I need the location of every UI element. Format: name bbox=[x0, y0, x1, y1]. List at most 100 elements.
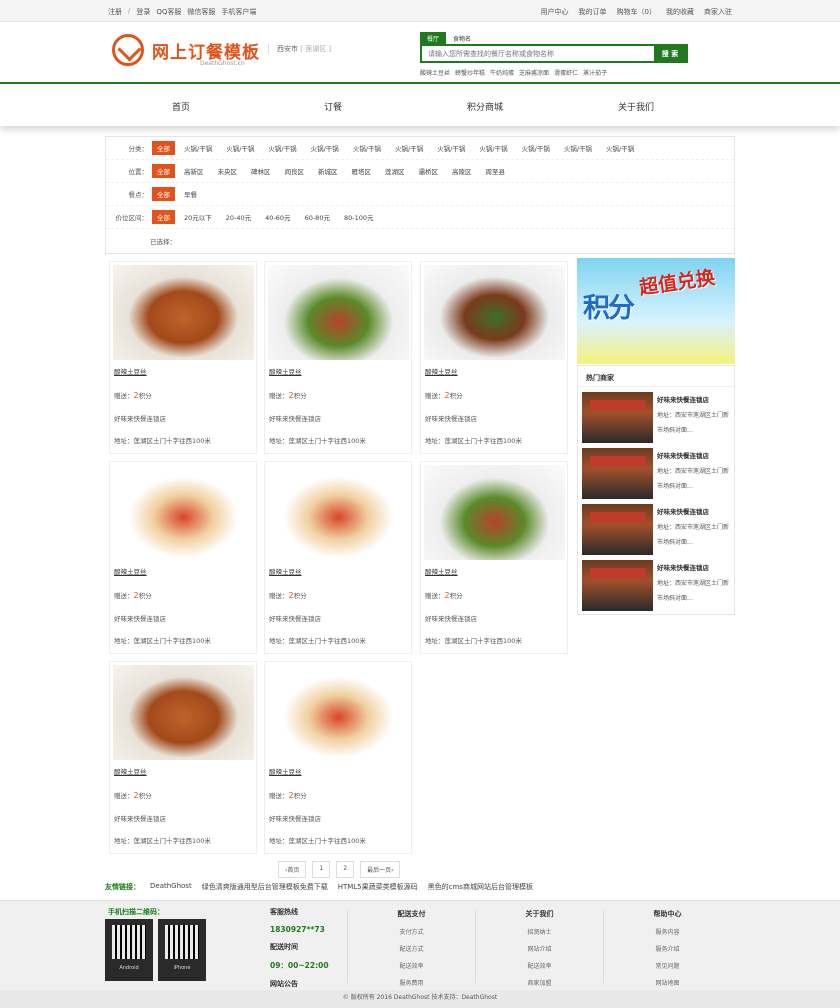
filter-option[interactable]: 火锅/干锅 bbox=[559, 141, 597, 155]
pager-page-2[interactable]: 2 bbox=[336, 861, 355, 878]
points-exchange-banner[interactable]: 积分 超值兑换 bbox=[577, 258, 735, 364]
filter-option[interactable]: 40-60元 bbox=[260, 210, 295, 224]
merchant-name[interactable]: 好味来快餐连锁店 bbox=[657, 394, 709, 404]
product-card[interactable]: 酸辣土豆丝 赠送：2积分 好味来快餐连锁店 地址：莲湖区土门十字往西100米 bbox=[109, 261, 257, 454]
qq-service-link[interactable]: QQ客服 bbox=[156, 7, 181, 17]
search-input[interactable] bbox=[422, 46, 654, 61]
merchant-image[interactable] bbox=[582, 504, 653, 555]
merchant-image[interactable] bbox=[582, 560, 653, 611]
product-shop[interactable]: 好味来快餐连锁店 bbox=[269, 813, 321, 823]
login-link[interactable]: 登录 bbox=[136, 7, 150, 17]
product-shop[interactable]: 好味来快餐连锁店 bbox=[269, 413, 321, 423]
filter-option[interactable]: 碑林区 bbox=[246, 164, 276, 178]
product-image[interactable] bbox=[113, 465, 254, 560]
friend-link[interactable]: 黑色的cms商城网站后台管理模板 bbox=[428, 882, 533, 892]
filter-option[interactable]: 全部 bbox=[152, 164, 175, 178]
friend-link[interactable]: HTML5果蔬菜类模板源码 bbox=[338, 882, 418, 892]
my-orders-link[interactable]: 我的订单 bbox=[579, 7, 607, 17]
product-name[interactable]: 酸辣土豆丝 bbox=[269, 766, 302, 776]
filter-option[interactable]: 未央区 bbox=[213, 164, 243, 178]
hot-word[interactable]: 滑蛋虾仁 bbox=[554, 68, 578, 77]
wechat-service-link[interactable]: 微信客服 bbox=[187, 7, 215, 17]
filter-option[interactable]: 80-100元 bbox=[339, 210, 379, 224]
filter-option[interactable]: 雁塔区 bbox=[347, 164, 377, 178]
filter-option[interactable]: 高陵区 bbox=[447, 164, 477, 178]
product-name[interactable]: 酸辣土豆丝 bbox=[425, 566, 458, 576]
product-shop[interactable]: 好味来快餐连锁店 bbox=[114, 413, 166, 423]
product-card[interactable]: 酸辣土豆丝 赠送：2积分 好味来快餐连锁店 地址：莲湖区土门十字往西100米 bbox=[109, 661, 257, 854]
footer-link[interactable]: 商家加盟 bbox=[476, 978, 603, 987]
product-shop[interactable]: 好味来快餐连锁店 bbox=[114, 613, 166, 623]
product-image[interactable] bbox=[113, 265, 254, 360]
logo-icon[interactable] bbox=[112, 34, 144, 66]
hot-word[interactable]: 芝麻酱凉面 bbox=[519, 68, 549, 77]
product-shop[interactable]: 好味来快餐连锁店 bbox=[425, 613, 477, 623]
product-shop[interactable]: 好味来快餐连锁店 bbox=[269, 613, 321, 623]
product-card[interactable]: 酸辣土豆丝 赠送：2积分 好味来快餐连锁店 地址：莲湖区土门十字往西100米 bbox=[109, 461, 257, 654]
filter-option[interactable]: 火锅/干锅 bbox=[517, 141, 555, 155]
user-center-link[interactable]: 用户中心 bbox=[541, 7, 569, 17]
city-selector[interactable]: 西安市 [ 莲湖区 ] bbox=[268, 44, 331, 54]
footer-link[interactable]: 服务介绍 bbox=[604, 944, 731, 953]
footer-link[interactable]: 服务内容 bbox=[604, 927, 731, 936]
filter-option[interactable]: 60-80元 bbox=[300, 210, 335, 224]
footer-link[interactable]: 网站介绍 bbox=[476, 944, 603, 953]
pager-last[interactable]: 最后一页› bbox=[360, 861, 401, 878]
merchant-join-link[interactable]: 商家入驻 bbox=[704, 7, 732, 17]
search-button[interactable]: 搜 索 bbox=[654, 46, 686, 61]
product-image[interactable] bbox=[424, 265, 565, 360]
product-image[interactable] bbox=[424, 465, 565, 560]
merchant-image[interactable] bbox=[582, 448, 653, 499]
product-image[interactable] bbox=[113, 665, 254, 760]
product-card[interactable]: 酸辣土豆丝 赠送：2积分 好味来快餐连锁店 地址：莲湖区土门十字往西100米 bbox=[264, 261, 412, 454]
merchant-name[interactable]: 好味来快餐连锁店 bbox=[657, 450, 709, 460]
product-image[interactable] bbox=[268, 265, 409, 360]
product-name[interactable]: 酸辣土豆丝 bbox=[425, 366, 458, 376]
pager-page-1[interactable]: 1 bbox=[312, 861, 331, 878]
filter-option[interactable]: 高新区 bbox=[179, 164, 209, 178]
filter-option[interactable]: 灞桥区 bbox=[414, 164, 444, 178]
footer-link[interactable]: 常见问题 bbox=[604, 961, 731, 970]
product-image[interactable] bbox=[268, 465, 409, 560]
pager-first[interactable]: ‹首页 bbox=[278, 861, 307, 878]
product-image[interactable] bbox=[268, 665, 409, 760]
filter-option[interactable]: 新城区 bbox=[313, 164, 343, 178]
merchant-item[interactable]: 好味来快餐连锁店 地址：西安市莲湖区土门新市场斜对面... bbox=[582, 504, 732, 556]
merchant-name[interactable]: 好味来快餐连锁店 bbox=[657, 562, 709, 572]
merchant-item[interactable]: 好味来快餐连锁店 地址：西安市莲湖区土门新市场斜对面... bbox=[582, 560, 732, 612]
filter-option[interactable]: 莲湖区 bbox=[380, 164, 410, 178]
filter-option[interactable]: 20元以下 bbox=[179, 210, 217, 224]
filter-option[interactable]: 火锅/干锅 bbox=[179, 141, 217, 155]
register-link[interactable]: 注册 bbox=[108, 7, 122, 17]
filter-option[interactable]: 全部 bbox=[152, 187, 175, 201]
product-name[interactable]: 酸辣土豆丝 bbox=[114, 766, 147, 776]
filter-option[interactable]: 火锅/干锅 bbox=[306, 141, 344, 155]
friend-link[interactable]: DeathGhost bbox=[150, 882, 192, 892]
footer-link[interactable]: 支付方式 bbox=[348, 927, 475, 936]
product-card[interactable]: 酸辣土豆丝 赠送：2积分 好味来快餐连锁店 地址：莲湖区土门十字往西100米 bbox=[264, 661, 412, 854]
merchant-name[interactable]: 好味来快餐连锁店 bbox=[657, 506, 709, 516]
product-shop[interactable]: 好味来快餐连锁店 bbox=[425, 413, 477, 423]
nav-about[interactable]: 关于我们 bbox=[618, 100, 654, 113]
merchant-item[interactable]: 好味来快餐连锁店 地址：西安市莲湖区土门新市场斜对面... bbox=[582, 448, 732, 500]
hot-word[interactable]: 螃蟹炒年糕 bbox=[455, 68, 485, 77]
product-name[interactable]: 酸辣土豆丝 bbox=[269, 566, 302, 576]
cart-link[interactable]: 购物车（0） bbox=[617, 7, 656, 17]
filter-option[interactable]: 火锅/干锅 bbox=[263, 141, 301, 155]
filter-option[interactable]: 火锅/干锅 bbox=[348, 141, 386, 155]
footer-link[interactable]: 网站地图 bbox=[604, 978, 731, 987]
favorites-link[interactable]: 我的收藏 bbox=[666, 7, 694, 17]
filter-option[interactable]: 全部 bbox=[152, 210, 175, 224]
merchant-item[interactable]: 好味来快餐连锁店 地址：西安市莲湖区土门新市场斜对面... bbox=[582, 392, 732, 444]
filter-option[interactable]: 阎良区 bbox=[280, 164, 310, 178]
filter-option[interactable]: 火锅/干锅 bbox=[474, 141, 512, 155]
filter-option[interactable]: 火锅/干锅 bbox=[432, 141, 470, 155]
filter-option[interactable]: 全部 bbox=[152, 141, 175, 155]
merchant-image[interactable] bbox=[582, 392, 653, 443]
footer-link[interactable]: 配送效率 bbox=[348, 961, 475, 970]
filter-option[interactable]: 20-40元 bbox=[221, 210, 256, 224]
filter-option[interactable]: 火锅/干锅 bbox=[221, 141, 259, 155]
filter-option[interactable]: 早餐 bbox=[179, 187, 202, 201]
product-shop[interactable]: 好味来快餐连锁店 bbox=[114, 813, 166, 823]
hot-word[interactable]: 蒸汁茄子 bbox=[583, 68, 607, 77]
